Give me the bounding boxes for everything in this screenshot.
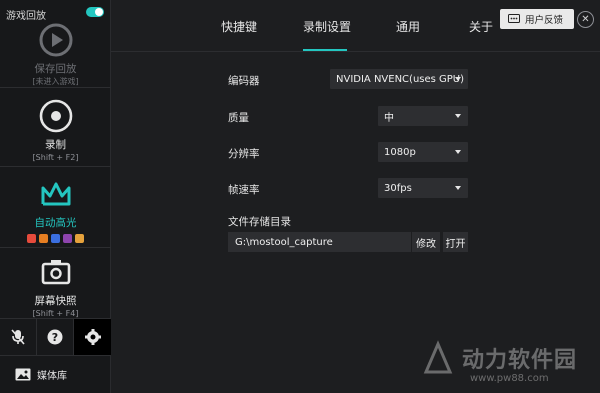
play-icon xyxy=(39,23,72,57)
divider xyxy=(0,247,111,248)
mic-mute-button[interactable] xyxy=(0,319,37,355)
game-replay-toggle[interactable] xyxy=(86,7,104,17)
resolution-label: 分辨率 xyxy=(228,148,260,160)
framerate-select[interactable]: 30fps xyxy=(378,178,468,198)
screenshot-title: 屏幕快照 xyxy=(34,295,77,307)
game-icon xyxy=(51,234,60,243)
svg-text:?: ? xyxy=(52,331,58,344)
save-replay-button[interactable]: 保存回放 [未进入游戏] xyxy=(0,20,111,87)
framerate-value: 30fps xyxy=(384,182,412,194)
quality-label: 质量 xyxy=(228,112,249,124)
encoder-label: 编码器 xyxy=(228,75,260,87)
game-icon xyxy=(27,234,36,243)
image-icon xyxy=(15,368,31,381)
encoder-value: NVIDIA NVENC(uses GPU) xyxy=(336,73,465,85)
settings-button[interactable] xyxy=(74,319,111,355)
storage-path-field[interactable]: G:\mostool_capture xyxy=(228,232,411,252)
record-title: 录制 xyxy=(45,139,66,151)
supported-games-icons xyxy=(0,234,111,243)
screenshot-button[interactable]: 屏幕快照 [Shift + F4] xyxy=(0,252,111,319)
chevron-down-icon xyxy=(455,186,461,190)
auto-highlight-title: 自动高光 xyxy=(34,217,77,229)
game-icon xyxy=(39,234,48,243)
close-button[interactable]: ✕ xyxy=(577,11,594,28)
storage-label: 文件存储目录 xyxy=(228,216,291,228)
close-icon: ✕ xyxy=(581,14,590,25)
tab-general[interactable]: 通用 xyxy=(396,18,420,35)
media-library-button[interactable]: 媒体库 xyxy=(0,355,111,393)
active-tab-indicator xyxy=(303,49,347,51)
save-replay-status: [未进入游戏] xyxy=(32,77,79,86)
watermark-logo-icon xyxy=(423,340,453,374)
help-button[interactable]: ? xyxy=(37,319,74,355)
help-icon: ? xyxy=(47,329,63,345)
encoder-select[interactable]: NVIDIA NVENC(uses GPU) xyxy=(330,69,468,89)
media-library-label: 媒体库 xyxy=(37,371,67,382)
auto-highlight-button[interactable]: 自动高光 xyxy=(0,174,111,248)
record-button[interactable]: 录制 [Shift + F2] xyxy=(0,96,111,163)
gear-icon xyxy=(84,329,101,345)
watermark-url: www.pw88.com xyxy=(470,373,549,384)
watermark-text: 动力软件园 xyxy=(462,348,578,373)
resolution-select[interactable]: 1080p xyxy=(378,142,468,162)
chevron-down-icon xyxy=(455,77,461,81)
open-folder-button[interactable]: 打开 xyxy=(443,232,468,252)
record-icon xyxy=(39,99,72,133)
chevron-down-icon xyxy=(455,150,461,154)
sidebar: 游戏回放 保存回放 [未进入游戏] 录制 [Shift + F2] 自动高光 屏… xyxy=(0,0,111,393)
record-shortcut: [Shift + F2] xyxy=(32,153,79,162)
watermark: 动力软件园 xyxy=(418,338,577,378)
sidebar-tools: ? xyxy=(0,318,111,355)
tab-about[interactable]: 关于 xyxy=(469,18,493,35)
resolution-value: 1080p xyxy=(384,146,416,158)
chevron-down-icon xyxy=(455,114,461,118)
camera-icon xyxy=(41,260,70,285)
chat-icon xyxy=(508,14,520,23)
storage-path-value: G:\mostool_capture xyxy=(235,236,333,248)
save-replay-title: 保存回放 xyxy=(34,63,77,75)
quality-select[interactable]: 中 xyxy=(378,106,468,126)
mic-off-icon xyxy=(11,329,25,345)
modify-path-button[interactable]: 修改 xyxy=(412,232,440,252)
divider xyxy=(0,166,111,167)
framerate-label: 帧速率 xyxy=(228,184,260,196)
game-icon xyxy=(75,234,84,243)
tab-record-settings[interactable]: 录制设置 xyxy=(303,18,351,35)
feedback-label: 用户反馈 xyxy=(525,15,564,26)
quality-value: 中 xyxy=(384,112,394,124)
game-icon xyxy=(63,234,72,243)
feedback-button[interactable]: 用户反馈 xyxy=(500,9,574,29)
crown-icon xyxy=(41,182,70,206)
tab-shortcuts[interactable]: 快捷键 xyxy=(221,18,257,35)
